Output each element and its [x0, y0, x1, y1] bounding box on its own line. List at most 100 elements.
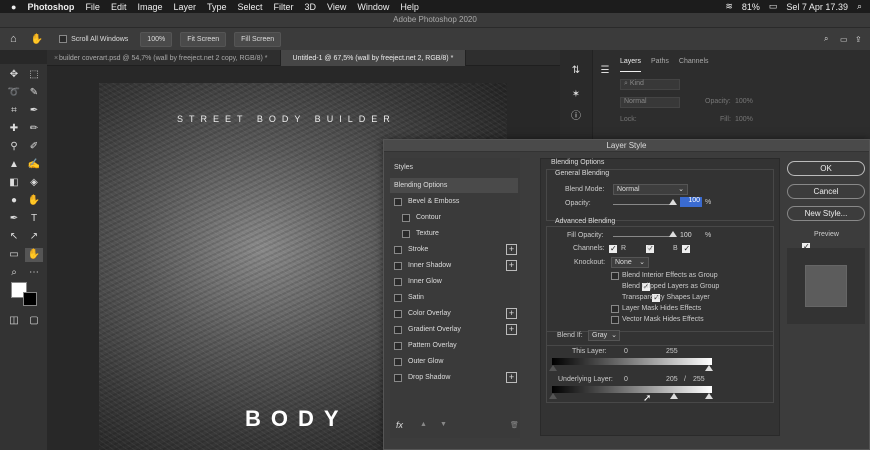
menu-select[interactable]: Select: [238, 2, 263, 12]
menu-help[interactable]: Help: [400, 2, 419, 12]
opacity-slider-thumb[interactable]: [669, 199, 677, 205]
fill-opacity-slider[interactable]: [613, 236, 673, 237]
fill-value[interactable]: 100%: [735, 116, 753, 123]
tab-paths[interactable]: Paths: [651, 58, 669, 72]
channel-b-checkbox[interactable]: [682, 244, 691, 253]
style-texture[interactable]: Texture: [390, 226, 518, 241]
vector-mask-hides-checkbox[interactable]: [611, 316, 619, 324]
history-brush-icon[interactable]: ✐: [25, 140, 43, 154]
menu-file[interactable]: File: [85, 2, 100, 12]
close-icon[interactable]: ×: [54, 55, 58, 62]
marquee-tool-icon[interactable]: ⬚: [25, 68, 43, 82]
share-icon[interactable]: ⇪: [855, 35, 862, 44]
inner-glow-checkbox[interactable]: [394, 277, 402, 286]
styles-header[interactable]: Styles: [394, 164, 413, 171]
scroll-all-checkbox[interactable]: [59, 35, 68, 43]
style-color-overlay[interactable]: Color Overlay: [390, 306, 518, 321]
apple-icon[interactable]: ●: [11, 2, 16, 12]
underlying-white-handle[interactable]: [705, 393, 713, 399]
style-inner-shadow[interactable]: Inner Shadow: [390, 258, 518, 273]
fx-icon[interactable]: fx: [396, 420, 403, 430]
underlying-black-handle[interactable]: [549, 393, 557, 399]
tab-channels[interactable]: Channels: [679, 58, 709, 72]
menu-type[interactable]: Type: [207, 2, 227, 12]
workspace-icon[interactable]: ▭: [840, 35, 848, 44]
style-satin[interactable]: Satin: [390, 290, 518, 305]
opacity-slider[interactable]: [613, 204, 673, 205]
add-stroke-button[interactable]: +: [506, 244, 517, 255]
background-color-swatch[interactable]: [23, 292, 37, 306]
adjustments-icon[interactable]: ☰: [596, 64, 614, 78]
info-icon[interactable]: ⓘ: [567, 110, 585, 124]
this-layer-white-handle[interactable]: [705, 365, 713, 371]
hand-tool-icon[interactable]: ✋: [25, 248, 43, 262]
fill-screen-button[interactable]: Fill Screen: [234, 31, 282, 47]
move-tool-icon[interactable]: ✥: [5, 68, 23, 82]
bevel-checkbox[interactable]: [394, 197, 402, 206]
zoom-tool-icon[interactable]: ⌕: [5, 266, 23, 280]
pen-tool-icon[interactable]: ✒: [5, 212, 23, 226]
trash-icon[interactable]: 🗑: [510, 421, 519, 429]
blend-if-dropdown[interactable]: Gray ⌄: [588, 330, 620, 341]
stroke-checkbox[interactable]: [394, 245, 402, 254]
new-style-button[interactable]: New Style...: [787, 206, 865, 221]
style-blending-options[interactable]: Blending Options: [390, 178, 518, 193]
eraser-icon[interactable]: ◧: [5, 176, 23, 190]
quick-mask-icon[interactable]: ◫: [5, 314, 23, 328]
menu-3d[interactable]: 3D: [305, 2, 317, 12]
tab-document[interactable]: builder coverart.psd @ 54,7% (wall by fr…: [47, 50, 281, 66]
lasso-tool-icon[interactable]: ➰: [5, 86, 23, 100]
menu-window[interactable]: Window: [357, 2, 389, 12]
outer-glow-checkbox[interactable]: [394, 357, 402, 366]
tab-layers[interactable]: Layers: [620, 58, 642, 72]
blur-tool-icon[interactable]: ●: [5, 194, 23, 208]
layer-mask-hides-checkbox[interactable]: [611, 305, 619, 313]
menu-app[interactable]: Photoshop: [27, 2, 74, 12]
rectangle-tool-icon[interactable]: ▭: [5, 248, 23, 262]
clone-stamp-icon[interactable]: ⚲: [5, 140, 23, 154]
screen-mode-icon[interactable]: ▢: [25, 314, 43, 328]
move-up-icon[interactable]: ▲: [420, 421, 427, 428]
style-contour[interactable]: Contour: [390, 210, 518, 225]
dodge-tool-icon[interactable]: ✋: [25, 194, 43, 208]
inner-shadow-checkbox[interactable]: [394, 261, 402, 270]
add-drop-shadow-button[interactable]: +: [506, 372, 517, 383]
add-gradient-overlay-button[interactable]: +: [506, 324, 517, 335]
satin-checkbox[interactable]: [394, 293, 402, 302]
menu-view[interactable]: View: [327, 2, 346, 12]
menu-edit[interactable]: Edit: [111, 2, 127, 12]
search-icon[interactable]: ⌕: [824, 34, 828, 44]
this-layer-black-handle[interactable]: [549, 365, 557, 371]
direct-select-icon[interactable]: ↗: [25, 230, 43, 244]
texture-checkbox[interactable]: [402, 229, 410, 238]
contour-checkbox[interactable]: [402, 213, 410, 222]
style-inner-glow[interactable]: Inner Glow: [390, 274, 518, 289]
channel-r-checkbox[interactable]: [609, 244, 617, 253]
add-inner-shadow-button[interactable]: +: [506, 260, 517, 271]
stamp-icon[interactable]: ▲: [5, 158, 23, 172]
blend-mode-dropdown[interactable]: Normal ⌄: [613, 184, 688, 195]
fill-opacity-input[interactable]: 100: [680, 232, 692, 239]
pattern-overlay-checkbox[interactable]: [394, 341, 402, 350]
drop-shadow-checkbox[interactable]: [394, 373, 402, 382]
quick-select-icon[interactable]: ✎: [25, 86, 43, 100]
style-outer-glow[interactable]: Outer Glow: [390, 354, 518, 369]
menu-filter[interactable]: Filter: [274, 2, 294, 12]
knockout-dropdown[interactable]: None ⌄: [611, 257, 649, 268]
opacity-value[interactable]: 100%: [735, 98, 753, 105]
properties-icon[interactable]: ⇅: [567, 64, 585, 78]
hand-tool-icon[interactable]: ✋: [31, 34, 43, 45]
style-bevel-emboss[interactable]: Bevel & Emboss: [390, 194, 518, 209]
style-stroke[interactable]: Stroke: [390, 242, 518, 257]
menu-layer[interactable]: Layer: [173, 2, 196, 12]
ok-button[interactable]: OK: [787, 161, 865, 176]
menu-image[interactable]: Image: [137, 2, 162, 12]
style-drop-shadow[interactable]: Drop Shadow: [390, 370, 518, 385]
style-gradient-overlay[interactable]: Gradient Overlay: [390, 322, 518, 337]
search-icon[interactable]: ⌕: [857, 1, 862, 12]
brush-tool-icon[interactable]: ✏: [25, 122, 43, 136]
layer-filter-kind[interactable]: ⌕ Kind: [620, 79, 680, 90]
add-color-overlay-button[interactable]: +: [506, 308, 517, 319]
more-tools-icon[interactable]: ⋯: [25, 266, 43, 280]
healing-brush-icon[interactable]: ✚: [5, 122, 23, 136]
